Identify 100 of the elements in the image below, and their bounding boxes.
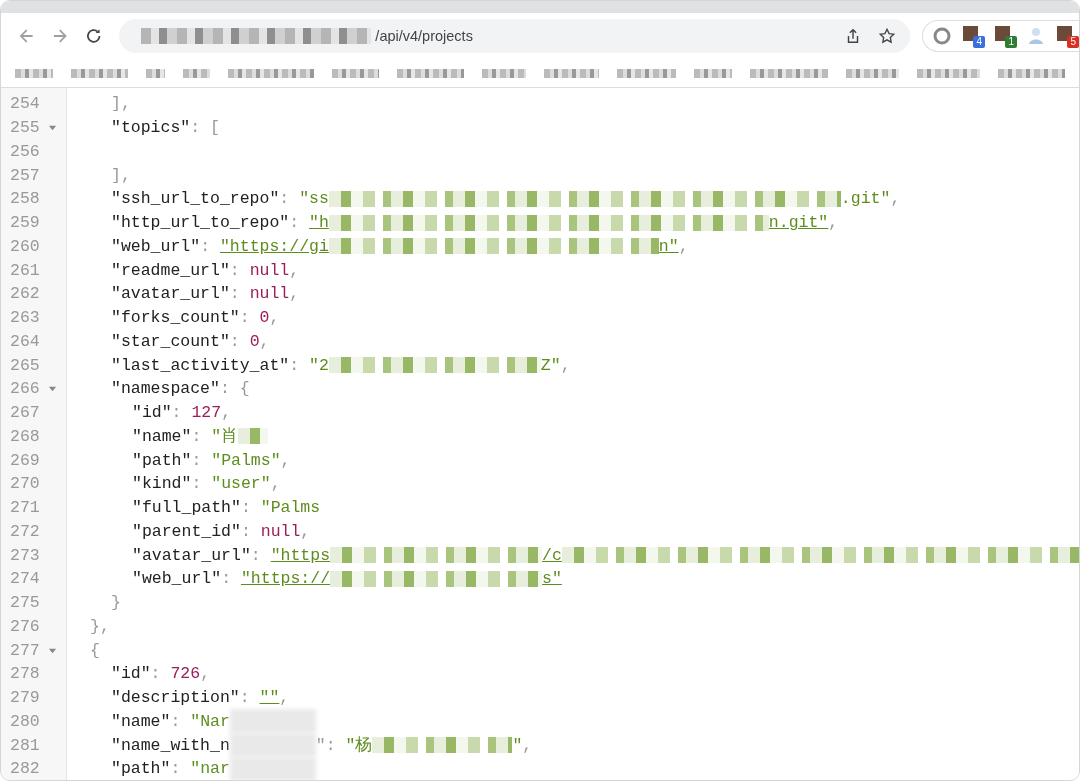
punctuation: : (150, 664, 162, 684)
json-key: "description" (111, 688, 240, 708)
url-link[interactable]: "h (309, 213, 329, 233)
punctuation: : (171, 403, 183, 423)
address-field[interactable]: /api/v4/projects (119, 19, 910, 53)
extension-icon[interactable]: 4 (961, 24, 985, 48)
circle-extension-icon[interactable] (931, 25, 953, 47)
extension-icon[interactable]: 1 (993, 24, 1017, 48)
json-key: "path" (111, 759, 171, 779)
json-key: "http_url_to_repo" (111, 213, 290, 233)
url-link[interactable]: "https (270, 545, 331, 565)
json-key: "readme_url" (111, 260, 230, 280)
punctuation: : (200, 236, 212, 256)
null-value: null (260, 521, 301, 541)
json-key: "namespace" (111, 379, 220, 399)
punctuation: { (90, 640, 100, 660)
line-number: 272 (10, 521, 40, 541)
line-number: 262 (10, 284, 40, 304)
punctuation: : (250, 545, 262, 565)
punctuation: : { (219, 379, 250, 399)
string-value: "杨 (345, 735, 373, 757)
json-key: "forks_count" (111, 308, 240, 328)
line-number: 282 (10, 759, 40, 779)
punctuation: : (229, 331, 241, 351)
null-value: null (249, 260, 290, 280)
punctuation: , (270, 474, 281, 494)
star-icon[interactable] (878, 27, 896, 45)
punctuation: ], (111, 165, 131, 185)
url-link[interactable]: "https://gi (219, 236, 329, 256)
string-value: "Palms" (211, 450, 281, 470)
string-value: "nar (190, 759, 230, 779)
string-value: "ss (299, 189, 329, 209)
punctuation: , (279, 688, 290, 708)
punctuation: , (300, 521, 311, 541)
line-number: 261 (10, 260, 40, 280)
punctuation: : (191, 426, 203, 446)
string-value: "user" (211, 474, 271, 494)
punctuation: , (522, 735, 533, 755)
line-number: 267 (10, 403, 40, 423)
punctuation: : (240, 521, 252, 541)
punctuation: : (289, 355, 301, 375)
line-number: 277 (10, 640, 40, 660)
punctuation: } (111, 593, 121, 613)
line-number: 274 (10, 569, 40, 589)
json-key: "path" (132, 450, 192, 470)
json-key: "web_url" (132, 569, 222, 589)
line-number: 268 (10, 426, 40, 446)
null-value: null (249, 284, 290, 304)
json-key: "web_url" (111, 236, 201, 256)
line-number: 255 (10, 118, 40, 138)
line-number: 280 (10, 711, 40, 731)
url-link[interactable]: s" (542, 569, 562, 589)
punctuation: }, (90, 616, 110, 636)
url-link[interactable]: n.git" (768, 213, 829, 233)
line-number: 281 (10, 735, 40, 755)
number-value: 726 (170, 664, 201, 684)
number-value: 0 (249, 331, 260, 351)
line-number: 260 (10, 236, 40, 256)
json-key: "avatar_url" (132, 545, 251, 565)
url-link[interactable]: "https:// (240, 569, 331, 589)
line-number: 266 (10, 379, 40, 399)
punctuation: : (191, 474, 203, 494)
url-link[interactable]: n" (658, 236, 679, 256)
punctuation: : (240, 498, 252, 518)
json-key: "full_path" (132, 498, 241, 518)
json-key: "kind" (132, 474, 192, 494)
url-link[interactable]: /c (542, 545, 562, 565)
punctuation: : (229, 260, 241, 280)
json-key: "name" (111, 711, 171, 731)
fold-icon[interactable] (47, 123, 57, 133)
string-value: .git" (840, 189, 891, 209)
number-value: 0 (259, 308, 270, 328)
punctuation: : (170, 759, 182, 779)
punctuation: , (280, 450, 291, 470)
punctuation: , (890, 189, 901, 209)
line-number: 275 (10, 593, 40, 613)
line-number: 270 (10, 474, 40, 494)
punctuation: , (269, 308, 280, 328)
punctuation: : (279, 189, 291, 209)
json-key: "id" (132, 403, 172, 423)
json-key: "parent_id" (132, 521, 241, 541)
extension-badge: 1 (1005, 36, 1017, 48)
line-number: 256 (10, 141, 40, 161)
string-value: "2 (309, 355, 329, 375)
fold-icon[interactable] (47, 384, 57, 394)
punctuation: : (221, 569, 233, 589)
punctuation: , (678, 236, 689, 256)
extension-badge: 4 (973, 36, 985, 48)
string-value: Z" (540, 355, 561, 375)
line-number: 273 (10, 545, 40, 565)
punctuation: : (191, 450, 203, 470)
extension-icon[interactable]: 5 (1055, 24, 1079, 48)
punctuation: : (239, 308, 251, 328)
line-number: 271 (10, 498, 40, 518)
url-link[interactable]: "" (259, 688, 280, 708)
json-key: "last_activity_at" (111, 355, 290, 375)
line-number: 264 (10, 331, 40, 351)
line-number: 254 (10, 94, 40, 114)
punctuation: , (289, 284, 300, 304)
json-key: "avatar_url" (111, 284, 230, 304)
